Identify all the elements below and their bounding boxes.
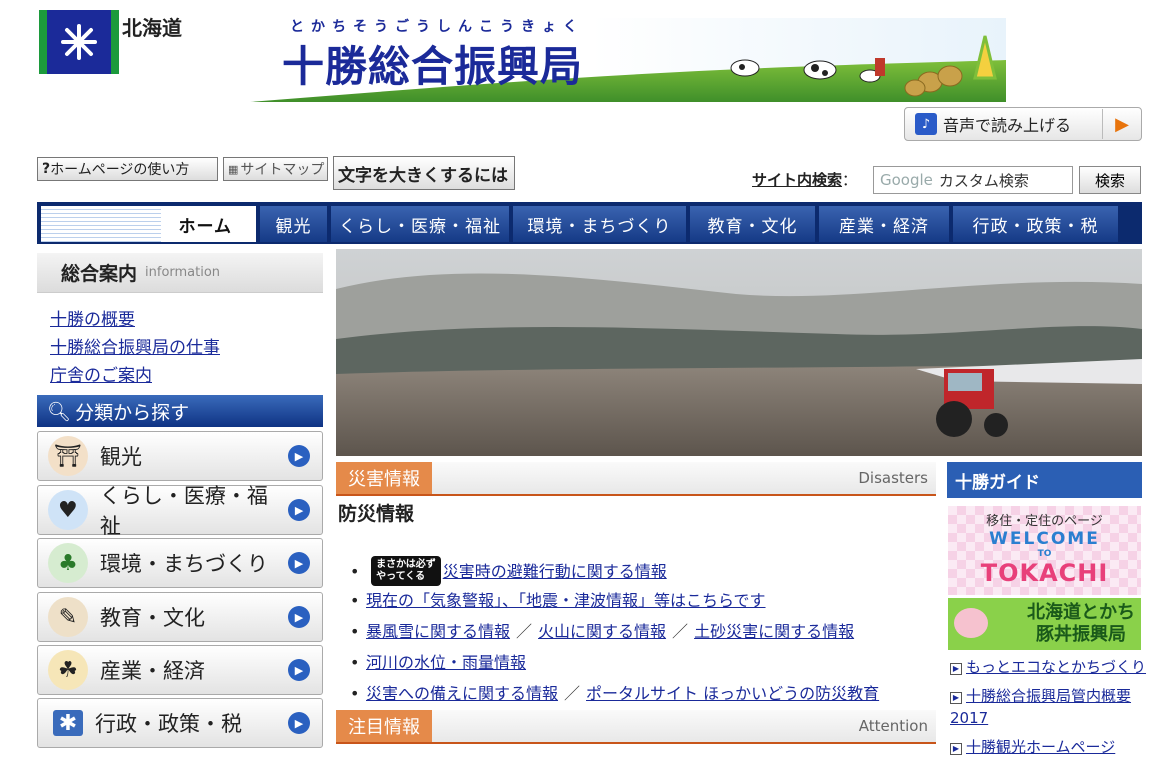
category-label: 環境・まちづくり bbox=[100, 552, 268, 576]
link-eco[interactable]: ▶ もっとエコなとかちづくり bbox=[950, 656, 1146, 677]
link-overview[interactable]: 十勝の概要 bbox=[50, 305, 135, 330]
link-blizzard[interactable]: 暴風雪に関する情報 bbox=[366, 622, 510, 641]
search-button[interactable]: 検索 bbox=[1079, 166, 1141, 194]
disaster-header: 災害情報 Disasters bbox=[336, 462, 936, 496]
guide-header: 十勝ガイド bbox=[947, 462, 1142, 498]
banner-welcome: WELCOME bbox=[989, 529, 1100, 549]
howto-label: ホームページの使い方 bbox=[50, 162, 190, 178]
tab-environment[interactable]: 環境・まちづくり bbox=[513, 206, 686, 242]
arrow-right-icon: ▶ bbox=[288, 445, 310, 467]
category-label: 観光 bbox=[100, 445, 142, 469]
bigtext-button[interactable]: 文字を大きくするには bbox=[333, 156, 515, 190]
list-item: • 暴風雪に関する情報／火山に関する情報／土砂災害に関する情報 bbox=[350, 622, 855, 641]
hokkaido-logo[interactable] bbox=[39, 10, 119, 74]
welcome-tokachi-banner[interactable]: 移住・定住のページ WELCOME TO TOKACHI bbox=[948, 506, 1141, 595]
arrow-right-icon: ▶ bbox=[288, 659, 310, 681]
link-river-level[interactable]: 河川の水位・雨量情報 bbox=[366, 653, 526, 672]
voice-read-button[interactable]: ♪ 音声で読み上げる ▶ bbox=[904, 107, 1142, 141]
arrow-right-icon: ▶ bbox=[288, 712, 310, 734]
banner-line1: 北海道とかち bbox=[1027, 602, 1135, 623]
link-portal[interactable]: ポータルサイト ほっかいどうの防災教育 bbox=[586, 684, 879, 703]
category-education[interactable]: ✎ 教育・文化 ▶ bbox=[37, 592, 323, 642]
category-label: 行政・政策・税 bbox=[95, 712, 242, 736]
bousai-title: 防災情報 bbox=[338, 503, 415, 525]
category-title: 分類から探す bbox=[75, 401, 190, 424]
sitemap-icon: ▦ bbox=[228, 162, 239, 176]
tab-industry[interactable]: 産業・経済 bbox=[819, 206, 949, 242]
arrow-right-icon: ▶ bbox=[288, 552, 310, 574]
question-icon: ? bbox=[42, 161, 51, 177]
tab-life[interactable]: くらし・医療・福祉 bbox=[331, 206, 509, 242]
arrow-right-icon: ▶ bbox=[950, 663, 962, 675]
search-label: サイト内検索： bbox=[752, 171, 858, 189]
link-weather-warning[interactable]: 現在の「気象警報」、「地震・津波情報」等はこちらです bbox=[366, 591, 766, 610]
howto-button[interactable]: ? ホームページの使い方 bbox=[37, 157, 218, 181]
cow-icon: ☘ bbox=[48, 650, 88, 690]
bigtext-label: 文字を大きくするには bbox=[338, 165, 508, 186]
category-label: 教育・文化 bbox=[100, 606, 205, 630]
disaster-label: 災害情報 bbox=[336, 462, 432, 494]
voice-read-label: 音声で読み上げる bbox=[943, 116, 1072, 135]
warning-badge: まさかは必ず やってくる bbox=[371, 556, 441, 586]
arrow-right-icon: ▶ bbox=[288, 499, 310, 521]
owl-icon: ✎ bbox=[48, 597, 88, 637]
info-subtitle: information bbox=[145, 265, 221, 280]
link-volcano[interactable]: 火山に関する情報 bbox=[538, 622, 666, 641]
category-label: くらし・医療・福祉 bbox=[99, 484, 268, 538]
landscape-photo bbox=[336, 249, 1142, 456]
search-input[interactable]: Google カスタム検索 bbox=[873, 166, 1073, 194]
category-header: 🔍︎ 分類から探す bbox=[37, 395, 323, 427]
category-environment[interactable]: ♣ 環境・まちづくり ▶ bbox=[37, 538, 323, 588]
banner-tokachi: TOKACHI bbox=[980, 559, 1109, 587]
attention-header: 注目情報 Attention bbox=[336, 710, 936, 744]
info-header: 総合案内 information bbox=[37, 253, 323, 293]
arrow-right-icon: ▶ bbox=[950, 743, 962, 755]
link-evacuation[interactable]: 災害時の避難行動に関する情報 bbox=[443, 562, 667, 581]
office-title: 十勝総合振興局 bbox=[282, 42, 584, 91]
heart-icon: ♥ bbox=[48, 490, 88, 530]
banner-to: TO bbox=[1037, 549, 1052, 559]
sitemap-button[interactable]: ▦ サイトマップ bbox=[223, 157, 328, 181]
banner-caption: 移住・定住のページ bbox=[986, 514, 1103, 529]
category-industry[interactable]: ☘ 産業・経済 ▶ bbox=[37, 645, 323, 695]
list-item: • 河川の水位・雨量情報 bbox=[350, 653, 527, 672]
sitemap-label: サイトマップ bbox=[240, 162, 325, 178]
snowflake-icon bbox=[61, 24, 97, 60]
pref-name: 北海道 bbox=[122, 16, 182, 40]
tab-education[interactable]: 教育・文化 bbox=[690, 206, 815, 242]
link-landslide[interactable]: 土砂災害に関する情報 bbox=[694, 622, 854, 641]
category-life[interactable]: ♥ くらし・医療・福祉 ▶ bbox=[37, 484, 323, 538]
pig-icon bbox=[954, 608, 988, 638]
link-office-work[interactable]: 十勝総合振興局の仕事 bbox=[50, 333, 220, 358]
list-item: • 現在の「気象警報」、「地震・津波情報」等はこちらです bbox=[350, 591, 766, 610]
category-administration[interactable]: ✱ 行政・政策・税 ▶ bbox=[37, 698, 323, 748]
link-preparedness[interactable]: 災害への備えに関する情報 bbox=[366, 684, 558, 703]
category-tourism[interactable]: ⛩ 観光 ▶ bbox=[37, 431, 323, 481]
tab-administration[interactable]: 行政・政策・税 bbox=[953, 206, 1118, 242]
list-item: • まさかは必ず やってくる 災害時の避難行動に関する情報 bbox=[350, 556, 667, 586]
google-label: Google bbox=[880, 171, 933, 189]
banner-line2: 豚丼振興局 bbox=[1036, 624, 1126, 645]
link-building-guide[interactable]: 庁舎のご案内 bbox=[50, 361, 152, 386]
attention-label: 注目情報 bbox=[336, 710, 432, 742]
link-overview-2017[interactable]: ▶ 十勝総合振興局管内概要2017 bbox=[950, 685, 1140, 729]
tourism-icon: ⛩ bbox=[48, 436, 88, 476]
emblem-icon: ✱ bbox=[53, 710, 83, 736]
attention-en: Attention bbox=[858, 717, 928, 735]
disaster-en: Disasters bbox=[858, 469, 928, 487]
category-label: 産業・経済 bbox=[100, 659, 205, 683]
search-icon: 🔍︎ bbox=[47, 400, 72, 423]
arrow-right-icon: ▶ bbox=[288, 606, 310, 628]
search-placeholder: カスタム検索 bbox=[938, 171, 1029, 190]
butadon-banner[interactable]: 北海道とかち 豚丼振興局 bbox=[948, 598, 1141, 650]
info-title: 総合案内 bbox=[61, 263, 138, 285]
tab-home[interactable]: ホーム bbox=[41, 206, 256, 242]
tab-tourism[interactable]: 観光 bbox=[260, 206, 327, 242]
speaker-icon: ♪ bbox=[915, 113, 937, 135]
play-icon[interactable]: ▶ bbox=[1102, 109, 1141, 139]
global-nav: ホーム 観光 くらし・医療・福祉 環境・まちづくり 教育・文化 産業・経済 行政… bbox=[37, 202, 1142, 244]
tree-icon: ♣ bbox=[48, 543, 88, 583]
arrow-right-icon: ▶ bbox=[950, 692, 962, 704]
list-item: • 災害への備えに関する情報／ポータルサイト ほっかいどうの防災教育 bbox=[350, 684, 880, 703]
